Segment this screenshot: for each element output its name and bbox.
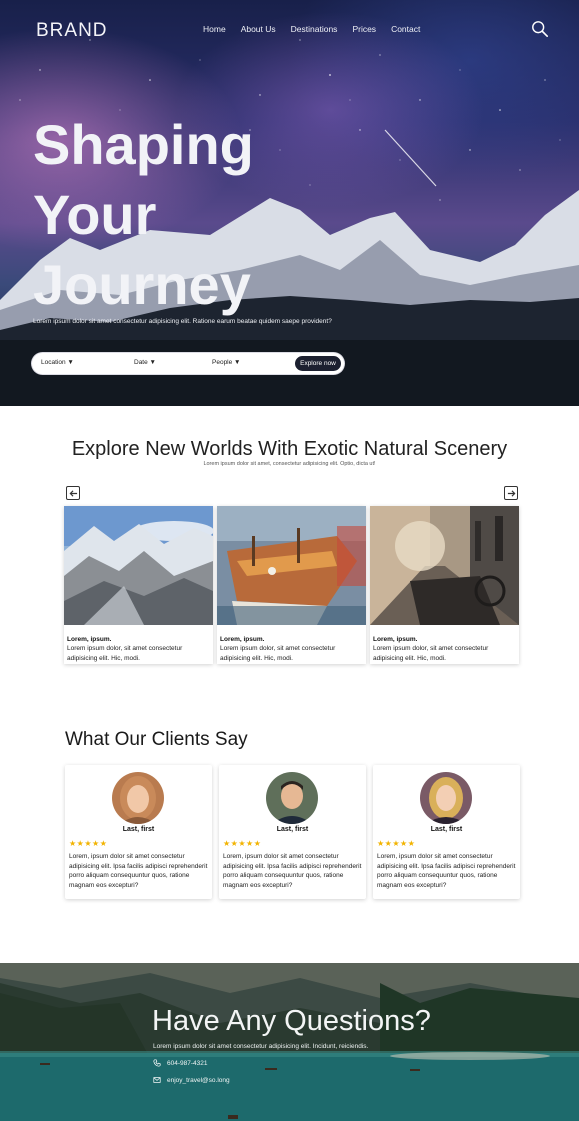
search-icon[interactable] [531,20,549,38]
rating-stars: ★★★★★ [69,839,108,848]
explore-now-button[interactable]: Explore now [294,355,342,372]
testimonial-card: Last, first ★★★★★ Lorem, ipsum dolor sit… [219,765,366,899]
testimonial-card: Last, first ★★★★★ Lorem, ipsum dolor sit… [65,765,212,899]
location-dropdown[interactable]: Location ▼ [41,359,74,366]
hero-title: Shaping Your Journey [33,110,353,320]
destination-card[interactable]: Lorem, ipsum. Lorem ipsum dolor, sit ame… [64,506,214,664]
client-name: Last, first [276,826,309,833]
hero-section: BRAND Home About Us Destinations Prices … [0,0,579,406]
email-address: enjoy_travel@so.long [167,1076,230,1084]
contact-section [0,963,579,1121]
contact-phone[interactable]: 604-987-4321 [153,1059,207,1067]
card-description: Lorem ipsum dolor, sit amet consectetur … [220,645,336,662]
contact-title: Have Any Questions? [152,1005,431,1037]
client-name: Last, first [430,826,463,833]
top-navbar: BRAND Home About Us Destinations Prices … [0,0,579,60]
card-description: Lorem ipsum dolor, sit amet consectetur … [67,645,183,662]
clients-section-title: What Our Clients Say [65,729,248,750]
testimonial-quote: Lorem, ipsum dolor sit amet consectetur … [223,853,362,889]
card-title: Lorem, ipsum. [373,636,418,643]
main-menu: Home About Us Destinations Prices Contac… [203,24,420,34]
phone-number: 604-987-4321 [167,1059,208,1067]
explore-section-title: Explore New Worlds With Exotic Natural S… [71,438,508,460]
nav-link-home[interactable]: Home [203,24,226,34]
testimonial-card: Last, first ★★★★★ Lorem, ipsum dolor sit… [373,765,520,899]
destination-card[interactable]: Lorem, ipsum. Lorem ipsum dolor, sit ame… [370,506,519,664]
date-dropdown[interactable]: Date ▼ [134,359,156,366]
testimonial-quote: Lorem, ipsum dolor sit amet consectetur … [377,853,516,889]
carousel-next-button[interactable] [504,486,518,500]
hero-title-line: Shaping [33,113,254,176]
rating-stars: ★★★★★ [223,839,262,848]
arrow-left-icon [69,489,77,497]
nav-link-prices[interactable]: Prices [352,24,376,34]
nav-link-contact[interactable]: Contact [391,24,420,34]
card-title: Lorem, ipsum. [67,636,112,643]
nav-link-destinations[interactable]: Destinations [291,24,338,34]
hero-subtitle: Lorem ipsum dolor sit amet consectetur a… [33,318,332,325]
explore-section-subtitle: Lorem ipsum dolor sit amet, consectetur … [203,461,376,467]
card-description: Lorem ipsum dolor, sit amet consectetur … [373,645,489,662]
client-name: Last, first [122,826,155,833]
hero-title-line: Journey [33,253,251,316]
brand-logo[interactable]: BRAND [36,20,108,42]
contact-subtitle: Lorem ipsum dolor sit amet consectetur a… [153,1043,369,1050]
boats-harbor-image [217,506,366,625]
destination-card[interactable]: Lorem, ipsum. Lorem ipsum dolor, sit ame… [217,506,366,664]
card-title: Lorem, ipsum. [220,636,265,643]
hero-title-line: Your [33,183,157,246]
arrow-right-icon [507,489,515,497]
booking-bar: Location ▼ Date ▼ People ▼ Explore now [32,353,344,374]
people-dropdown[interactable]: People ▼ [212,359,240,366]
avatar [112,772,164,824]
contact-email[interactable]: enjoy_travel@so.long [153,1076,230,1084]
phone-icon [153,1059,161,1067]
avatar [266,772,318,824]
rating-stars: ★★★★★ [377,839,416,848]
avatar [420,772,472,824]
nav-link-about-us[interactable]: About Us [241,24,276,34]
city-street-bicycle-image [370,506,519,625]
testimonial-quote: Lorem, ipsum dolor sit amet consectetur … [69,853,208,889]
mountain-landscape-image [64,506,214,625]
lake-landscape-background [0,963,579,1121]
mail-icon [153,1077,161,1083]
carousel-prev-button[interactable] [66,486,80,500]
